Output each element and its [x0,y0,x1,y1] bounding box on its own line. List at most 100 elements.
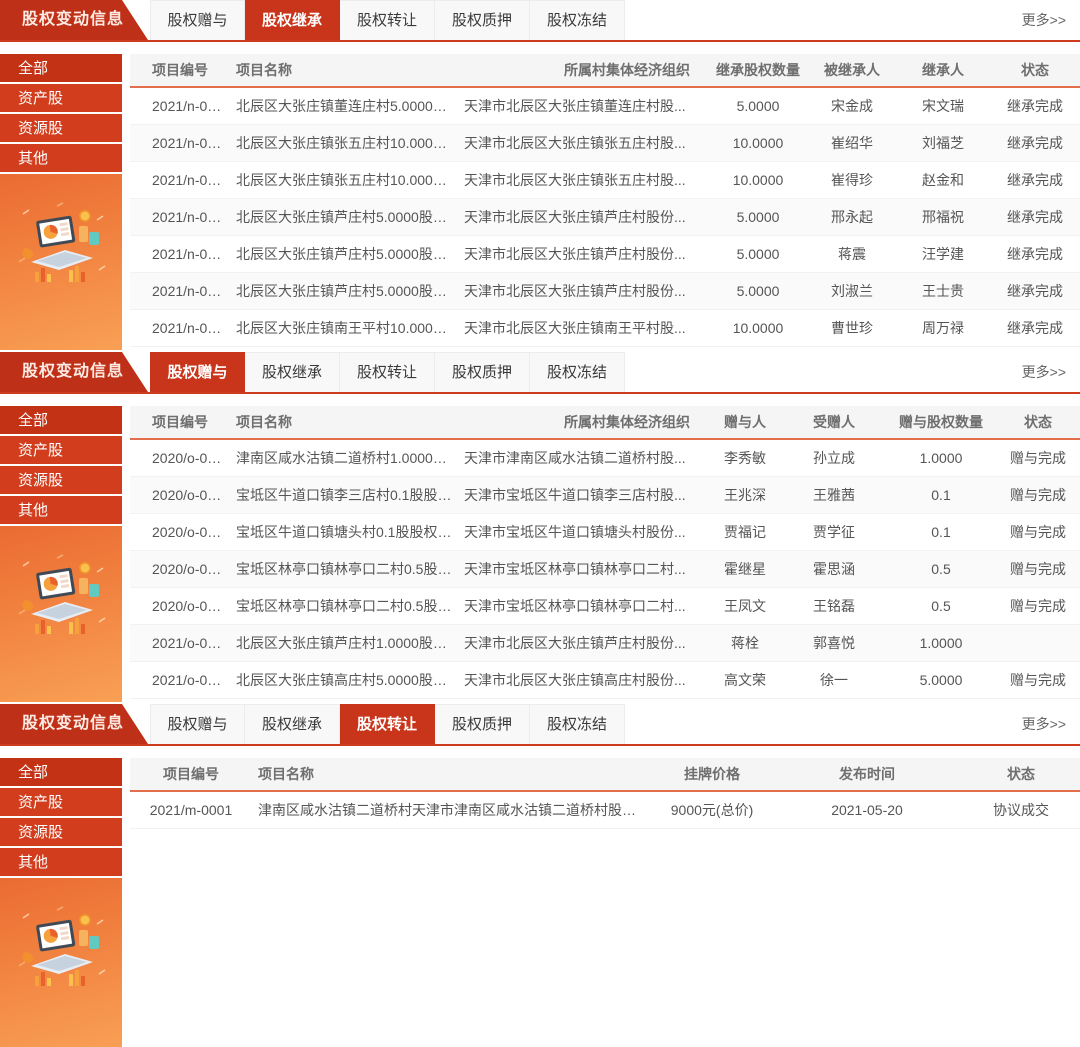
table-cell: 崔绍华 [808,133,896,153]
table-cell: 天津市北辰区大张庄镇芦庄村股份... [458,244,708,264]
sidebar-item-0[interactable]: 全部 [0,54,122,84]
section-title: 股权变动信息 [22,363,124,380]
table-cell: 2021/n-0049 [130,135,230,151]
table-row[interactable]: 2020/o-0002宝坻区林亭口镇林亭口二村0.5股股权赠与...天津市宝坻区… [130,551,1080,588]
table-cell: 0.5 [886,598,996,614]
table-row[interactable]: 2021/n-0046北辰区大张庄镇芦庄村5.0000股股权继承...天津市北辰… [130,199,1080,236]
column-header: 被继承人 [808,60,896,80]
table-cell: 协议成交 [962,800,1080,820]
sidebar-item-3[interactable]: 其他 [0,144,122,174]
table-cell: 宝坻区牛道口镇李三店村0.1股股权赠与项目 [230,485,458,505]
tab-1[interactable]: 股权继承 [245,352,340,392]
table-cell: 刘淑兰 [808,281,896,301]
data-table: 项目编号项目名称所属村集体经济组织赠与人受赠人赠与股权数量状态 2020/o-0… [130,406,1080,702]
table-cell: 北辰区大张庄镇芦庄村1.0000股股权赠与... [230,633,458,653]
table-cell: 10.0000 [708,172,808,188]
table-cell: 北辰区大张庄镇芦庄村5.0000股股权继承... [230,244,458,264]
data-table: 项目编号项目名称挂牌价格发布时间状态 2021/m-0001津南区咸水沽镇二道桥… [130,758,1080,1047]
category-list: 全部资产股资源股其他 [0,758,122,878]
table-cell: 宝坻区林亭口镇林亭口二村0.5股股权赠与... [230,596,458,616]
section-title: 股权变动信息 [22,11,124,28]
table-cell: 天津市津南区咸水沽镇二道桥村股... [458,448,708,468]
sidebar-item-3[interactable]: 其他 [0,496,122,526]
sidebar-item-0[interactable]: 全部 [0,406,122,436]
table-cell: 王凤文 [708,596,782,616]
equity-section: 股权变动信息 股权赠与股权继承股权转让股权质押股权冻结 更多>> 全部资产股资源… [0,352,1080,702]
table-cell: 蒋震 [808,244,896,264]
table-cell: 赠与完成 [996,670,1080,690]
table-row[interactable]: 2020/o-0003宝坻区牛道口镇塘头村0.1股股权赠与项目天津市宝坻区牛道口… [130,514,1080,551]
tab-1[interactable]: 股权继承 [245,0,340,40]
table-cell: 0.1 [886,524,996,540]
table-rows: 2021/n-0051北辰区大张庄镇董连庄村5.0000股股权继...天津市北辰… [130,88,1080,347]
more-link[interactable]: 更多>> [1022,704,1066,744]
more-link[interactable]: 更多>> [1022,352,1066,392]
table-cell: 天津市宝坻区林亭口镇林亭口二村... [458,559,708,579]
table-row[interactable]: 2021/n-0051北辰区大张庄镇董连庄村5.0000股股权继...天津市北辰… [130,88,1080,125]
column-header: 项目名称 [230,412,458,432]
tab-0[interactable]: 股权赠与 [150,0,245,40]
table-cell: 徐一 [782,670,886,690]
table-cell: 天津市北辰区大张庄镇高庄村股份... [458,670,708,690]
table-cell: 2020/o-0005 [130,450,230,466]
tab-4[interactable]: 股权冻结 [530,704,625,744]
table-row[interactable]: 2021/o-0007北辰区大张庄镇芦庄村1.0000股股权赠与...天津市北辰… [130,625,1080,662]
sidebar-item-1[interactable]: 资产股 [0,788,122,818]
table-row[interactable]: 2020/o-0005津南区咸水沽镇二道桥村1.0000股股权赠...天津市津南… [130,440,1080,477]
table-row[interactable]: 2021/n-0043北辰区大张庄镇南王平村10.0000股股权继...天津市北… [130,310,1080,347]
table-row[interactable]: 2021/m-0001津南区咸水沽镇二道桥村天津市津南区咸水沽镇二道桥村股份经.… [130,792,1080,829]
more-link[interactable]: 更多>> [1022,0,1066,40]
tab-2[interactable]: 股权转让 [340,704,435,744]
table-cell: 赠与完成 [996,596,1080,616]
table-row[interactable]: 2021/n-0049北辰区大张庄镇张五庄村10.0000股股权继...天津市北… [130,125,1080,162]
table-cell: 天津市宝坻区牛道口镇塘头村股份... [458,522,708,542]
table-row[interactable]: 2021/o-0006北辰区大张庄镇高庄村5.0000股股权赠与...天津市北辰… [130,662,1080,699]
table-cell: 5.0000 [708,283,808,299]
column-header: 状态 [996,412,1080,432]
table-cell: 赠与完成 [996,522,1080,542]
table-row[interactable]: 2021/n-0047北辰区大张庄镇张五庄村10.0000股股权继...天津市北… [130,162,1080,199]
table-cell: 崔得珍 [808,170,896,190]
table-cell: 宋金成 [808,96,896,116]
table-cell: 2021/n-0051 [130,98,230,114]
table-row[interactable]: 2021/n-0044北辰区大张庄镇芦庄村5.0000股股权继承...天津市北辰… [130,273,1080,310]
column-header: 继承人 [896,60,990,80]
tab-0[interactable]: 股权赠与 [150,704,245,744]
table-cell: 继承完成 [990,133,1080,153]
table-cell: 继承完成 [990,244,1080,264]
table-row[interactable]: 2020/o-0001宝坻区林亭口镇林亭口二村0.5股股权赠与...天津市宝坻区… [130,588,1080,625]
tab-0[interactable]: 股权赠与 [150,352,245,392]
tab-4[interactable]: 股权冻结 [530,0,625,40]
tab-1[interactable]: 股权继承 [245,704,340,744]
table-row[interactable]: 2020/o-0004宝坻区牛道口镇李三店村0.1股股权赠与项目天津市宝坻区牛道… [130,477,1080,514]
sidebar-item-2[interactable]: 资源股 [0,114,122,144]
table-row[interactable]: 2021/n-0045北辰区大张庄镇芦庄村5.0000股股权继承...天津市北辰… [130,236,1080,273]
table-cell: 9000元(总价) [652,800,772,820]
table-cell: 10.0000 [708,320,808,336]
section-tab-row: 股权变动信息 股权赠与股权继承股权转让股权质押股权冻结 更多>> [0,704,1080,746]
table-cell: 汪学建 [896,244,990,264]
tab-3[interactable]: 股权质押 [435,704,530,744]
table-cell: 2021/n-0046 [130,209,230,225]
table-cell: 天津市宝坻区牛道口镇李三店村股... [458,485,708,505]
sidebar-item-1[interactable]: 资产股 [0,436,122,466]
table-header-row: 项目编号项目名称所属村集体经济组织赠与人受赠人赠与股权数量状态 [130,406,1080,440]
table-cell: 2021/n-0047 [130,172,230,188]
tab-2[interactable]: 股权转让 [340,0,435,40]
sidebar-item-2[interactable]: 资源股 [0,818,122,848]
tab-2[interactable]: 股权转让 [340,352,435,392]
table-header-row: 项目编号项目名称挂牌价格发布时间状态 [130,758,1080,792]
table-cell: 天津市北辰区大张庄镇芦庄村股份... [458,633,708,653]
tab-4[interactable]: 股权冻结 [530,352,625,392]
table-cell: 2020/o-0002 [130,561,230,577]
table-cell: 1.0000 [886,635,996,651]
table-cell: 5.0000 [886,672,996,688]
table-cell: 刘福芝 [896,133,990,153]
tab-3[interactable]: 股权质押 [435,0,530,40]
column-header: 项目编号 [130,764,252,784]
sidebar-item-3[interactable]: 其他 [0,848,122,878]
sidebar-item-0[interactable]: 全部 [0,758,122,788]
sidebar-item-2[interactable]: 资源股 [0,466,122,496]
sidebar-item-1[interactable]: 资产股 [0,84,122,114]
tab-3[interactable]: 股权质押 [435,352,530,392]
